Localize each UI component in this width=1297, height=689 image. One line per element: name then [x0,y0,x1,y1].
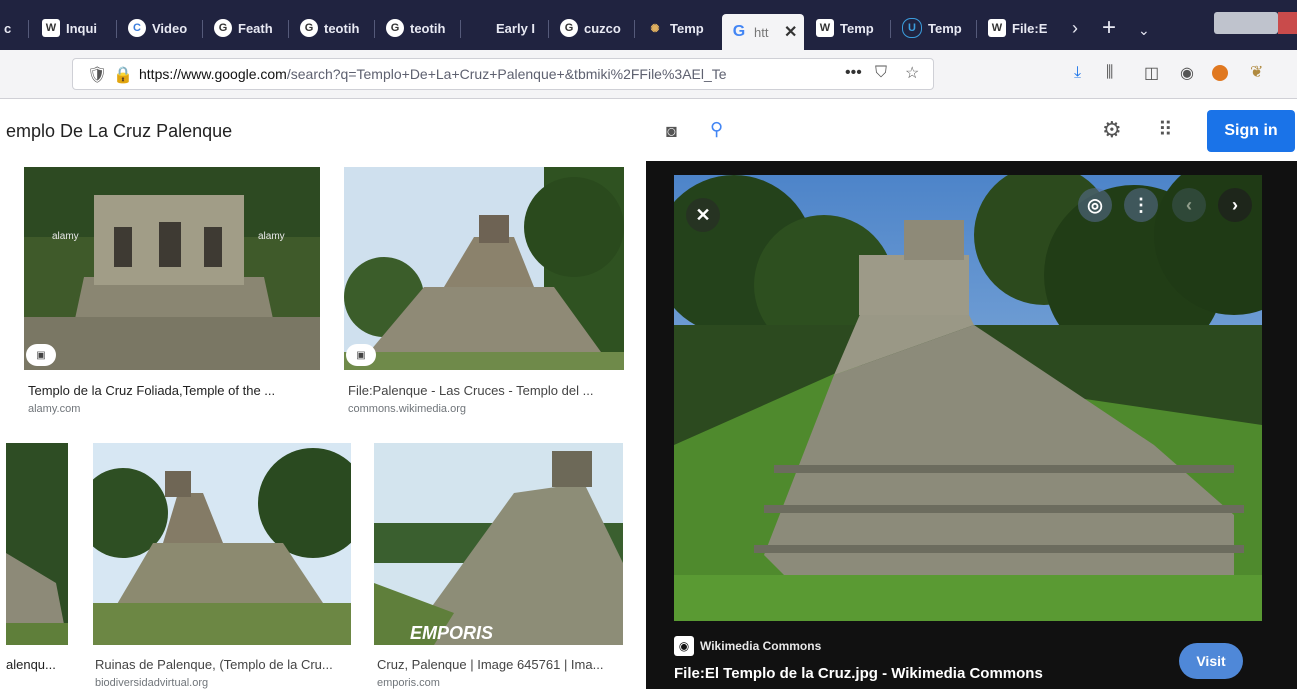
wikipedia-icon: W [816,19,834,37]
watermark: EMPORIS [410,623,493,643]
tab-teotihuacan-2[interactable]: G teotih [378,12,458,44]
preview-image[interactable] [674,175,1262,621]
google-icon: G [386,19,404,37]
result-image-1[interactable]: alamy alamy ▣ [24,167,320,370]
window-close-icon[interactable] [1278,12,1297,34]
library-icon[interactable]: ⫼ [1106,64,1113,82]
tab-templo-2[interactable]: W Temp [808,12,888,44]
window-controls[interactable] [1214,12,1278,34]
scroll-tabs-icon[interactable]: › [1072,18,1078,39]
downloads-icon[interactable]: ⤓ [1074,64,1081,82]
temple-thumbnail: EMPORIS [374,443,623,645]
lock-icon[interactable]: 🔒 [113,65,133,85]
video-site-icon: C [128,19,146,37]
account-icon[interactable]: ◉ [1180,63,1194,83]
close-preview-icon[interactable]: ✕ [686,198,720,232]
previous-image-icon[interactable]: ‹ [1172,188,1206,222]
chevron-down-icon[interactable]: ⌄ [1138,22,1150,39]
extension-leaf-icon[interactable]: ❦ [1250,62,1263,82]
temple-preview-photo [674,175,1262,621]
result-image-3[interactable] [6,443,68,645]
tab-templo-1[interactable]: ✺ Temp [638,12,718,44]
apps-grid-icon[interactable]: ⠿ [1158,117,1173,142]
preview-site-name[interactable]: Wikimedia Commons [700,639,821,653]
extension-icon[interactable] [1212,65,1228,81]
tab-feathered[interactable]: G Feath [206,12,286,44]
result-source-4[interactable]: biodiversidadvirtual.org [95,677,351,689]
gear-icon[interactable]: ⚙ [1102,117,1122,143]
result-caption-5[interactable]: Cruz, Palenque | Image 645761 | Ima... [377,657,623,672]
preview-title[interactable]: File:El Templo de la Cruz.jpg - Wikimedi… [674,665,1043,682]
site-icon: U [902,18,922,38]
image-badge-icon: ▣ [346,344,376,366]
sun-icon: ✺ [650,22,660,35]
page-actions-icon[interactable]: ••• [845,64,862,82]
tab-inquiry[interactable]: W Inqui [34,12,114,44]
search-query[interactable]: emplo De La Cruz Palenque [6,121,232,142]
lens-search-icon[interactable]: ◎ [1078,188,1112,222]
tab-cuzco[interactable]: G cuzco [552,12,632,44]
tab-early[interactable]: Early I [488,12,546,44]
new-tab-icon[interactable]: + [1102,14,1116,42]
pocket-icon[interactable]: ⛉ [875,64,887,82]
result-source-1[interactable]: alamy.com [28,403,320,415]
tab-partial[interactable]: c [0,12,24,44]
tab-active-google[interactable]: G htt ✕ [722,14,804,50]
result-caption-3[interactable]: alenqu... [6,657,68,672]
temple-thumbnail [93,443,351,645]
navigation-toolbar: 🛡 🔒 https://www.google.com/search?q=Temp… [0,50,1297,99]
result-caption-2[interactable]: File:Palenque - Las Cruces - Templo del … [348,383,624,398]
bookmark-star-icon[interactable]: ☆ [905,63,919,83]
watermark: alamy [52,231,79,242]
result-image-4[interactable] [93,443,351,645]
wikimedia-icon: ◉ [674,636,694,656]
wikipedia-icon: W [988,19,1006,37]
result-image-2[interactable]: ▣ [344,167,624,370]
shield-icon[interactable]: 🛡 [87,65,107,85]
wikipedia-icon: W [42,19,60,37]
sign-in-button[interactable]: Sign in [1207,110,1295,152]
result-source-5[interactable]: emporis.com [377,677,623,689]
search-icon[interactable]: ⚲ [710,119,723,140]
sidebar-icon[interactable]: ◫ [1144,63,1159,83]
visit-button[interactable]: Visit [1179,643,1243,679]
result-source-2[interactable]: commons.wikimedia.org [348,403,624,415]
result-image-5[interactable]: EMPORIS [374,443,623,645]
tab-video[interactable]: C Video [120,12,200,44]
google-icon: G [560,19,578,37]
watermark: alamy [258,231,285,242]
google-icon: G [214,19,232,37]
browser-tab-bar: c W Inqui C Video G Feath G teotih G teo… [0,0,1297,50]
close-tab-icon[interactable]: ✕ [784,22,797,42]
next-image-icon[interactable]: › [1218,188,1252,222]
temple-thumbnail [344,167,624,370]
google-icon: G [732,23,746,40]
more-options-icon[interactable]: ⋮ [1124,188,1158,222]
camera-icon[interactable]: ◙ [666,121,677,142]
image-badge-icon: ▣ [26,344,56,366]
tab-templo-3[interactable]: U Temp [894,12,974,44]
url-text[interactable]: https://www.google.com/search?q=Templo+D… [139,66,799,82]
tab-teotihuacan-1[interactable]: G teotih [292,12,372,44]
temple-thumbnail [6,443,68,645]
result-caption-4[interactable]: Ruinas de Palenque, (Templo de la Cru... [95,657,351,672]
result-caption-1[interactable]: Templo de la Cruz Foliada,Temple of the … [28,383,320,398]
tab-file[interactable]: W File:E [980,12,1060,44]
address-bar[interactable]: 🛡 🔒 https://www.google.com/search?q=Temp… [72,58,934,90]
temple-thumbnail: alamy alamy [24,167,320,370]
google-icon: G [300,19,318,37]
